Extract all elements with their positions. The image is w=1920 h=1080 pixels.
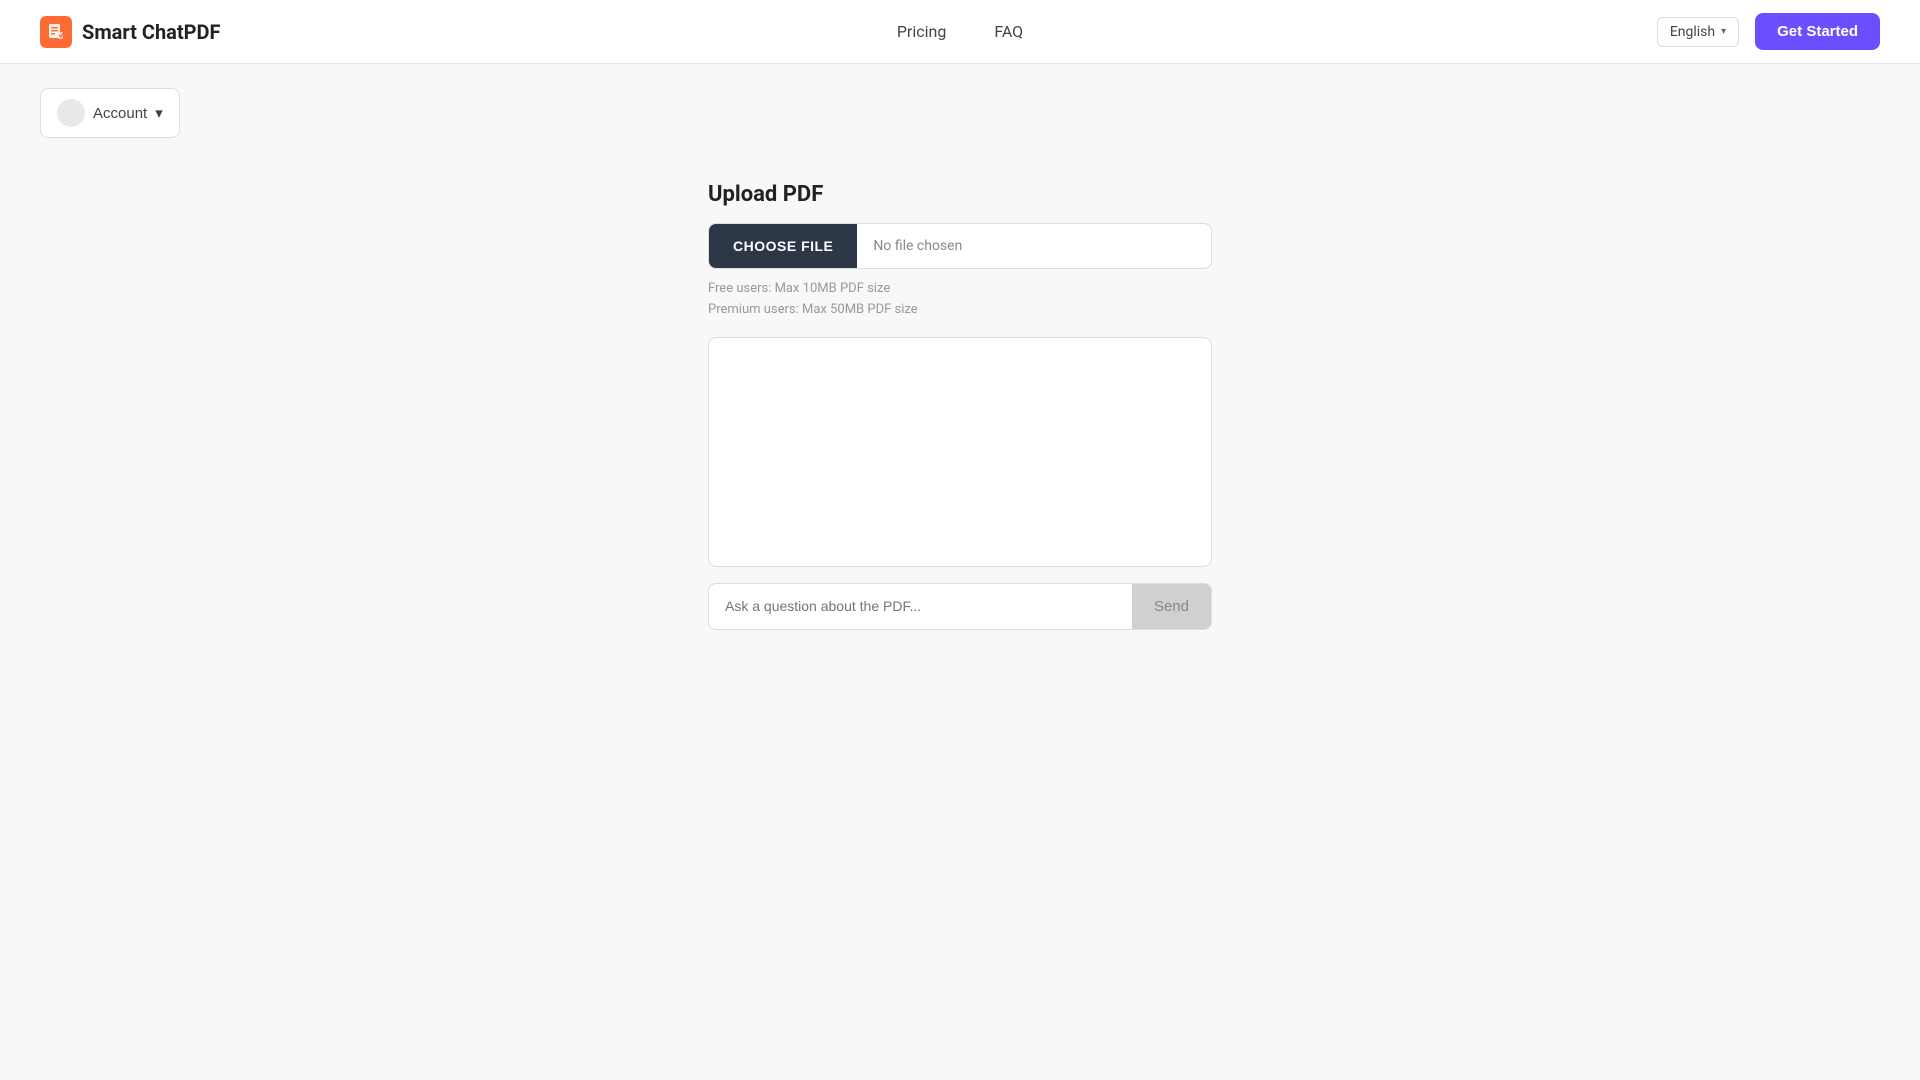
header: Smart ChatPDF Pricing FAQ English ▾ Get … (0, 0, 1920, 64)
account-chevron-icon: ▾ (155, 104, 163, 122)
file-name-display: No file chosen (857, 238, 1211, 254)
file-info: Free users: Max 10MB PDF size Premium us… (708, 279, 1212, 321)
chat-area (708, 337, 1212, 567)
brand-name: Smart ChatPDF (82, 20, 221, 44)
choose-file-button[interactable]: CHOOSE FILE (709, 224, 857, 268)
account-button[interactable]: Account ▾ (40, 88, 180, 138)
main-content: Upload PDF CHOOSE FILE No file chosen Fr… (0, 162, 1920, 650)
main-nav: Pricing FAQ (897, 22, 1023, 41)
chat-input[interactable] (708, 583, 1132, 630)
language-label: English (1670, 24, 1715, 40)
get-started-button[interactable]: Get Started (1755, 13, 1880, 50)
brand-area: Smart ChatPDF (40, 16, 221, 48)
file-input-row: CHOOSE FILE No file chosen (708, 223, 1212, 269)
chevron-down-icon: ▾ (1721, 26, 1726, 37)
free-user-info: Free users: Max 10MB PDF size (708, 279, 1212, 300)
nav-pricing[interactable]: Pricing (897, 22, 947, 41)
upload-section: Upload PDF CHOOSE FILE No file chosen Fr… (708, 182, 1212, 337)
account-label: Account (93, 105, 147, 122)
account-area: Account ▾ (0, 64, 1920, 162)
nav-faq[interactable]: FAQ (994, 22, 1023, 41)
account-avatar (57, 99, 85, 127)
chat-input-row: Send (708, 583, 1212, 630)
logo-icon (40, 16, 72, 48)
upload-title: Upload PDF (708, 182, 1212, 207)
premium-user-info: Premium users: Max 50MB PDF size (708, 300, 1212, 321)
send-button[interactable]: Send (1132, 583, 1212, 630)
language-selector[interactable]: English ▾ (1657, 17, 1739, 47)
header-right: English ▾ Get Started (1657, 13, 1880, 50)
